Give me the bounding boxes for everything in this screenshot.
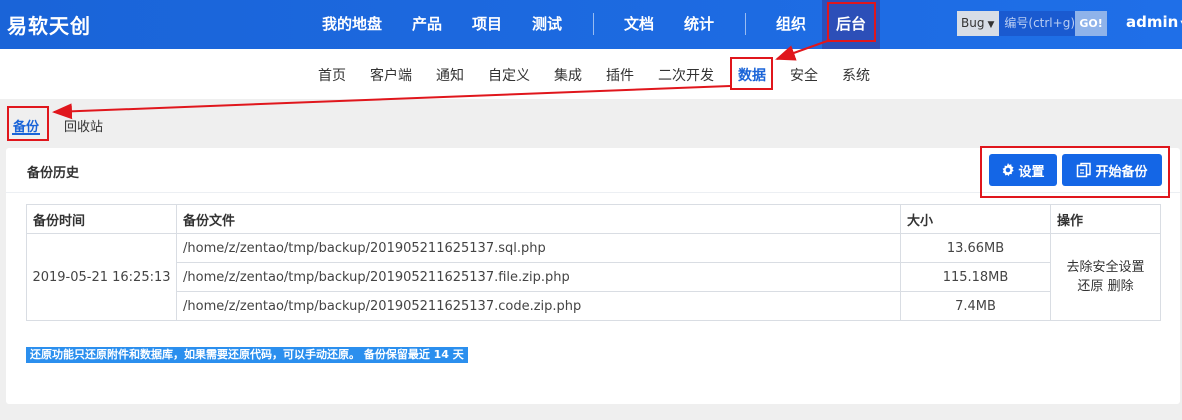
- panel-divider: [6, 192, 1180, 193]
- nav-company[interactable]: 组织: [776, 0, 806, 49]
- nav-qa[interactable]: 测试: [532, 0, 562, 49]
- subnav-dev[interactable]: 二次开发: [658, 65, 714, 85]
- subnav-system[interactable]: 系统: [842, 65, 870, 85]
- nav-doc[interactable]: 文档: [624, 0, 654, 49]
- nav-project[interactable]: 项目: [472, 0, 502, 49]
- backup-file-size: 13.66MB: [900, 233, 1051, 263]
- tab-recycle-bin[interactable]: 回收站: [64, 116, 103, 135]
- search-type-select[interactable]: Bug ▼: [957, 11, 1000, 36]
- backup-file-size: 115.18MB: [900, 262, 1051, 292]
- brand-logo[interactable]: 易软天创: [7, 10, 91, 39]
- backup-file-path: /home/z/zentao/tmp/backup/20190521162513…: [176, 291, 901, 321]
- subnav-plugins[interactable]: 插件: [606, 65, 634, 85]
- backup-actions: 去除安全设置 还原 删除: [1050, 233, 1161, 321]
- header-actions: 操作: [1050, 204, 1161, 234]
- subnav-client[interactable]: 客户端: [370, 65, 412, 85]
- backup-file-path: /home/z/zentao/tmp/backup/20190521162513…: [176, 233, 901, 263]
- gear-icon: [1003, 163, 1015, 177]
- chevron-down-icon: ▼: [987, 20, 995, 30]
- actions-line: 还原 删除: [1051, 277, 1160, 296]
- header-size: 大小: [900, 204, 1051, 234]
- start-backup-button-label: 开始备份: [1095, 164, 1148, 180]
- table-row: /home/z/zentao/tmp/backup/20190521162513…: [27, 262, 1161, 292]
- settings-button-label: 设置: [1018, 164, 1045, 180]
- nav-divider: [745, 13, 746, 35]
- backup-history-panel: 备份历史 设置 开始备份 备份时间 备份文件 大小 操作 2019-05-21 …: [6, 148, 1180, 404]
- backup-time: 2019-05-21 16:25:13: [26, 233, 177, 321]
- panel-title: 备份历史: [27, 166, 80, 181]
- table-header-row: 备份时间 备份文件 大小 操作: [26, 204, 1161, 234]
- nav-product[interactable]: 产品: [412, 0, 442, 49]
- top-navbar: 易软天创 我的地盘 产品 项目 测试 文档 统计 组织 后台 Bug ▼ 编号(c…: [0, 0, 1182, 49]
- delete-link[interactable]: 删除: [1108, 279, 1134, 294]
- subnav-home[interactable]: 首页: [318, 65, 346, 85]
- settings-button[interactable]: 设置: [989, 154, 1057, 186]
- search-box: Bug ▼ 编号(ctrl+g) GO!: [957, 11, 1107, 36]
- subnav-notify[interactable]: 通知: [436, 65, 464, 85]
- search-input[interactable]: 编号(ctrl+g): [999, 11, 1076, 36]
- backup-file-size: 7.4MB: [900, 291, 1051, 321]
- nav-admin[interactable]: 后台: [822, 0, 881, 49]
- tab-active-indicator: [12, 133, 40, 135]
- start-backup-button[interactable]: 开始备份: [1062, 154, 1162, 186]
- search-go-button[interactable]: GO!: [1075, 11, 1107, 36]
- copy-icon: [1077, 162, 1092, 178]
- remove-security-link[interactable]: 去除安全设置: [1051, 258, 1160, 277]
- subnav-security[interactable]: 安全: [790, 65, 818, 85]
- admin-subnav: 首页 客户端 通知 自定义 集成 插件 二次开发 数据 安全 系统: [0, 49, 1182, 99]
- table-row: /home/z/zentao/tmp/backup/20190521162513…: [27, 291, 1161, 321]
- backup-table: 备份时间 备份文件 大小 操作 2019-05-21 16:25:13 /hom…: [26, 204, 1161, 321]
- nav-my[interactable]: 我的地盘: [322, 0, 382, 49]
- user-menu[interactable]: admin▼: [1126, 13, 1182, 31]
- restore-link[interactable]: 还原: [1077, 279, 1103, 294]
- header-file: 备份文件: [176, 204, 901, 234]
- subnav-data[interactable]: 数据: [738, 65, 766, 85]
- table-row: 2019-05-21 16:25:13 /home/z/zentao/tmp/b…: [26, 233, 1161, 321]
- restore-info-note: 还原功能只还原附件和数据库，如果需要还原代码，可以手动还原。 备份保留最近 14…: [26, 347, 468, 363]
- header-time: 备份时间: [26, 204, 177, 234]
- nav-report[interactable]: 统计: [684, 0, 714, 49]
- subnav-custom[interactable]: 自定义: [488, 65, 530, 85]
- subnav-integration[interactable]: 集成: [554, 65, 582, 85]
- nav-divider: [593, 13, 594, 35]
- backup-file-path: /home/z/zentao/tmp/backup/20190521162513…: [176, 262, 901, 292]
